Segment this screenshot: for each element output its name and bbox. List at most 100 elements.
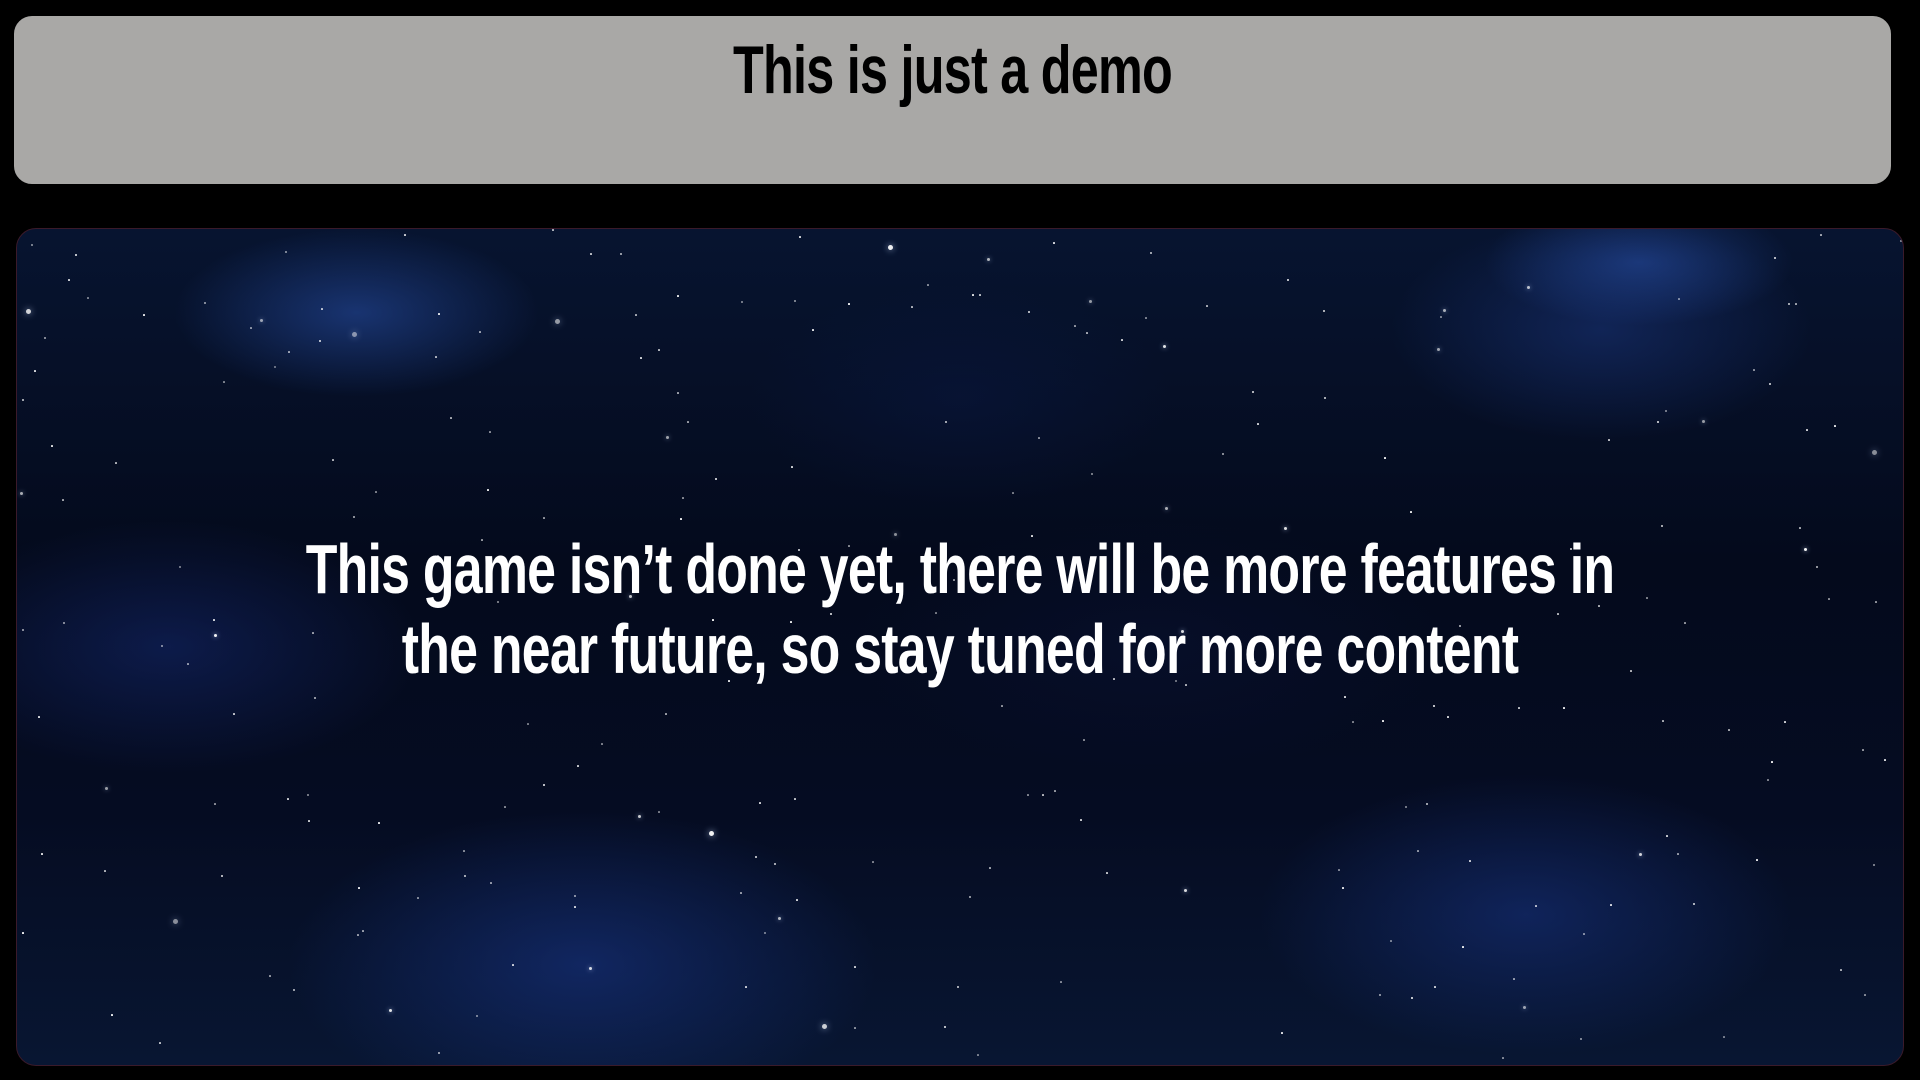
star <box>143 314 145 316</box>
star <box>34 370 36 372</box>
star <box>911 306 913 308</box>
star <box>957 986 959 988</box>
star <box>1352 721 1354 723</box>
star <box>476 1015 478 1017</box>
star <box>22 629 24 631</box>
star <box>1405 806 1407 808</box>
star <box>1816 566 1818 568</box>
star <box>68 279 70 281</box>
star <box>1287 279 1289 281</box>
star <box>658 349 660 351</box>
star <box>357 934 359 936</box>
star <box>796 899 798 901</box>
star <box>1665 410 1667 412</box>
star <box>682 497 684 499</box>
star <box>1771 761 1773 763</box>
star <box>1693 903 1695 905</box>
star <box>1121 339 1123 341</box>
star <box>1443 309 1446 312</box>
star <box>438 313 440 315</box>
star <box>1684 622 1686 624</box>
star <box>1091 473 1093 475</box>
star <box>972 294 974 296</box>
star <box>927 284 929 286</box>
star <box>20 492 23 495</box>
star <box>87 297 89 299</box>
star <box>1440 316 1442 318</box>
star <box>221 875 223 877</box>
star <box>1462 946 1464 948</box>
star <box>1580 1038 1582 1040</box>
star <box>1657 421 1659 423</box>
star <box>1163 345 1166 348</box>
star <box>1702 420 1705 423</box>
star <box>1608 439 1610 441</box>
star <box>22 399 24 401</box>
star <box>1535 905 1537 907</box>
star <box>715 478 717 480</box>
star <box>1410 511 1412 513</box>
star <box>250 327 252 329</box>
star <box>31 244 33 246</box>
star <box>745 986 747 988</box>
star <box>1323 310 1325 312</box>
star <box>214 803 216 805</box>
star <box>1502 1057 1504 1059</box>
star <box>944 1026 946 1028</box>
star <box>1257 423 1259 425</box>
star <box>1610 904 1612 906</box>
star <box>1678 298 1680 300</box>
star <box>1184 889 1187 892</box>
star <box>1426 803 1428 805</box>
star <box>638 815 641 818</box>
star <box>1145 317 1147 319</box>
star <box>677 392 679 394</box>
star <box>666 436 669 439</box>
star <box>601 743 603 745</box>
star <box>362 930 364 932</box>
star <box>1872 450 1877 455</box>
star <box>435 356 437 358</box>
star <box>848 303 850 305</box>
star <box>512 964 514 966</box>
star <box>173 919 178 924</box>
star <box>1206 305 1208 307</box>
star <box>677 295 679 297</box>
star <box>62 499 64 501</box>
header-panel: This is just a demo <box>6 8 1899 192</box>
star <box>1089 300 1092 303</box>
star <box>479 331 481 333</box>
star <box>759 802 761 804</box>
star <box>75 254 77 256</box>
star <box>308 820 310 822</box>
star <box>635 314 637 316</box>
star <box>1769 383 1771 385</box>
star <box>799 236 801 238</box>
star <box>665 713 667 715</box>
star <box>822 1024 827 1029</box>
star <box>1150 252 1152 254</box>
star <box>1795 303 1797 305</box>
star <box>1074 325 1076 327</box>
star <box>353 516 355 518</box>
star <box>314 697 316 699</box>
star <box>44 337 46 339</box>
main-panel: This game isn’t done yet, there will be … <box>2 214 1918 1080</box>
star <box>755 856 757 858</box>
star <box>1677 853 1679 855</box>
star <box>1804 548 1807 551</box>
star <box>872 861 874 863</box>
star <box>577 765 579 767</box>
star <box>620 253 622 255</box>
star <box>1767 779 1769 781</box>
star <box>1344 696 1346 698</box>
star <box>774 863 776 865</box>
star <box>1038 437 1040 439</box>
star <box>1434 986 1436 988</box>
star <box>41 853 43 855</box>
star <box>1662 720 1664 722</box>
star <box>1639 853 1642 856</box>
star <box>1873 864 1875 866</box>
star <box>464 875 466 877</box>
star <box>794 300 796 302</box>
